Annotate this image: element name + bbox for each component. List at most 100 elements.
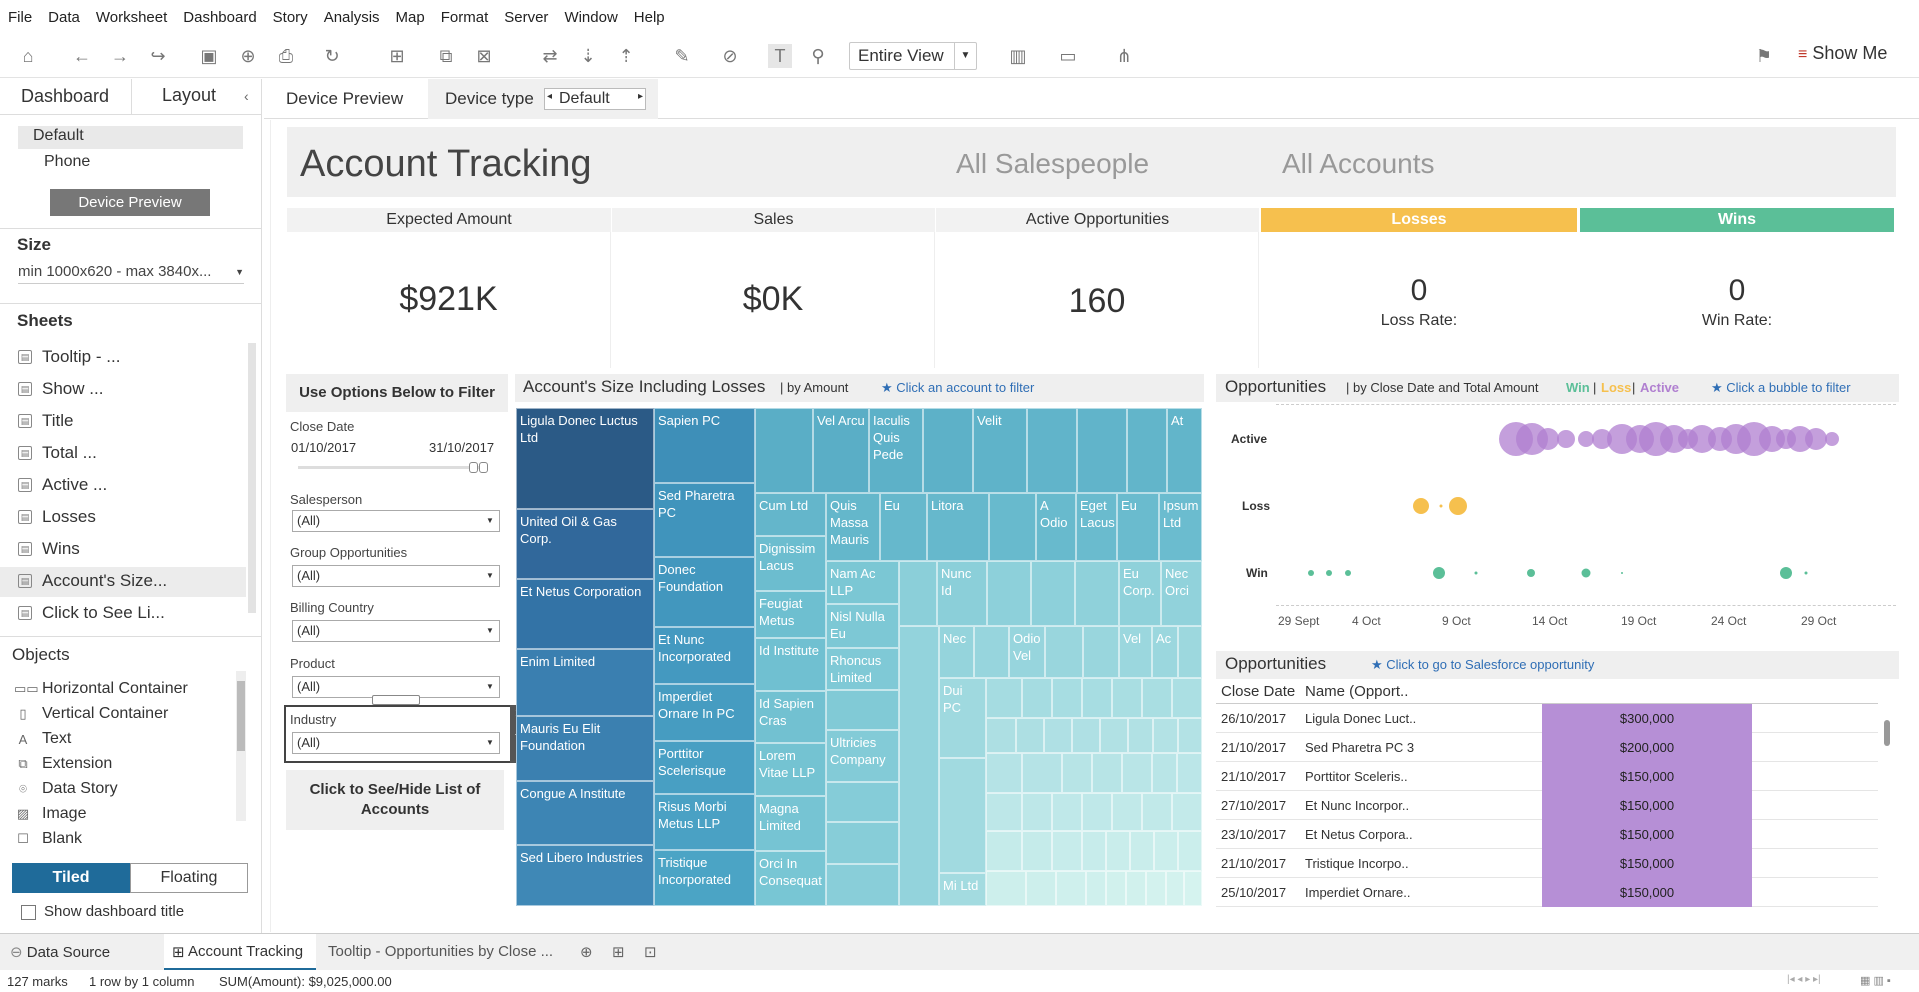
treemap-cell[interactable] bbox=[899, 561, 937, 626]
treemap-cell[interactable]: Eu Corp. bbox=[1119, 561, 1161, 626]
treemap-cell[interactable] bbox=[1056, 871, 1086, 906]
bubble-active[interactable] bbox=[1805, 428, 1827, 450]
bubble-win[interactable] bbox=[1308, 570, 1314, 576]
treemap-cell[interactable] bbox=[1086, 871, 1106, 906]
treemap-cell[interactable]: Porttitor Scelerisque bbox=[654, 741, 755, 794]
sheet-item-wins[interactable]: ▤ Wins bbox=[18, 539, 80, 559]
treemap-cell[interactable]: Feugiat Metus bbox=[755, 591, 826, 638]
treemap-cell[interactable]: Dignissim Lacus bbox=[755, 536, 826, 591]
treemap-cell[interactable]: United Oil & Gas Corp. bbox=[516, 509, 654, 579]
cell-name[interactable]: Imperdiet Ornare.. bbox=[1305, 885, 1411, 900]
treemap-cell[interactable] bbox=[1130, 831, 1154, 871]
toggle-accounts-button[interactable]: Click to See/Hide List of Accounts bbox=[286, 770, 504, 830]
treemap-cell[interactable]: Dui PC bbox=[939, 678, 986, 758]
new-worksheet-icon[interactable]: ⊞ bbox=[385, 44, 409, 68]
treemap-cell[interactable] bbox=[1022, 831, 1052, 871]
treemap-cell[interactable]: At bbox=[1167, 408, 1202, 493]
legend-active[interactable]: Active bbox=[1640, 380, 1679, 395]
treemap-cell[interactable] bbox=[986, 678, 1022, 718]
bubble-win[interactable] bbox=[1345, 570, 1351, 576]
treemap-cell[interactable]: Risus Morbi Metus LLP bbox=[654, 794, 755, 850]
menu-file[interactable]: File bbox=[8, 9, 32, 26]
treemap-cell[interactable] bbox=[1027, 408, 1077, 493]
date-slider-handle-end[interactable] bbox=[479, 462, 488, 473]
sheet-item-active[interactable]: ▤ Active ... bbox=[18, 475, 107, 495]
redo-icon[interactable]: ↪ bbox=[146, 44, 170, 68]
treemap-cell[interactable] bbox=[987, 561, 1031, 626]
tab-dashboard[interactable]: Dashboard bbox=[0, 79, 132, 115]
treemap-cell[interactable] bbox=[899, 626, 939, 906]
scrollbar-thumb[interactable] bbox=[237, 681, 245, 751]
swap-icon[interactable]: ⇄ bbox=[538, 44, 562, 68]
cell-amount[interactable]: $150,000 bbox=[1542, 849, 1752, 878]
show-cards-icon[interactable]: ▥ bbox=[1006, 44, 1030, 68]
refresh-icon[interactable]: ↻ bbox=[320, 44, 344, 68]
treemap-cell[interactable] bbox=[974, 626, 1009, 678]
treemap-cell[interactable] bbox=[1052, 678, 1082, 718]
treemap-cell[interactable] bbox=[755, 408, 813, 493]
menu-help[interactable]: Help bbox=[634, 9, 665, 26]
treemap-cell[interactable] bbox=[1128, 718, 1153, 753]
treemap-cell[interactable]: Ultricies Company bbox=[826, 730, 899, 782]
bubble-win[interactable] bbox=[1804, 571, 1808, 575]
treemap-cell[interactable] bbox=[1082, 793, 1112, 831]
back-icon[interactable]: ← bbox=[70, 44, 94, 68]
treemap-cell[interactable] bbox=[1122, 753, 1152, 793]
treemap-cell[interactable]: Nunc Id bbox=[937, 561, 987, 626]
treemap-cell[interactable] bbox=[1126, 871, 1146, 906]
object-image[interactable]: ▨ Image bbox=[14, 805, 87, 823]
treemap-cell[interactable]: Sed Pharetra PC bbox=[654, 483, 755, 557]
highlight-icon[interactable]: ✎ bbox=[670, 44, 694, 68]
treemap-cell[interactable] bbox=[1127, 408, 1167, 493]
treemap-cell[interactable]: Mauris Eu Elit Foundation bbox=[516, 716, 654, 781]
treemap-cell[interactable]: A Odio bbox=[1036, 493, 1076, 561]
cell-amount[interactable]: $150,000 bbox=[1542, 820, 1752, 849]
salesperson-select[interactable]: (All) ▼ bbox=[292, 510, 500, 532]
treemap-cell[interactable] bbox=[1177, 753, 1202, 793]
menu-format[interactable]: Format bbox=[441, 9, 489, 26]
menu-dashboard[interactable]: Dashboard bbox=[183, 9, 256, 26]
menu-window[interactable]: Window bbox=[564, 9, 617, 26]
treemap-cell[interactable]: Nec bbox=[939, 626, 974, 678]
treemap-cell[interactable] bbox=[1152, 753, 1177, 793]
treemap-cell[interactable] bbox=[1100, 718, 1128, 753]
paintbrush-icon[interactable]: ⚑ bbox=[1752, 44, 1776, 68]
treemap-cell[interactable] bbox=[1075, 561, 1119, 626]
device-phone[interactable]: Phone bbox=[44, 153, 90, 171]
treemap-cell[interactable] bbox=[1062, 753, 1092, 793]
bubble-active[interactable] bbox=[1537, 428, 1559, 450]
treemap-cell[interactable]: Et Netus Corporation bbox=[516, 579, 654, 649]
bubble-loss[interactable] bbox=[1439, 504, 1443, 508]
treemap-cell[interactable]: Nec Orci bbox=[1161, 561, 1202, 626]
chevron-right-icon[interactable]: ▸ bbox=[638, 91, 643, 102]
salespeople-label[interactable]: All Salespeople bbox=[956, 148, 1149, 180]
text-label-icon[interactable]: T bbox=[768, 44, 792, 68]
device-preview-button[interactable]: Device Preview bbox=[50, 189, 210, 216]
new-dashboard-icon[interactable]: ⊞ bbox=[612, 943, 625, 961]
bubble-win[interactable] bbox=[1581, 568, 1591, 578]
share-icon[interactable]: ⋔ bbox=[1112, 44, 1136, 68]
treemap-cell[interactable]: Ligula Donec Luctus Ltd bbox=[516, 408, 654, 509]
floating-button[interactable]: Floating bbox=[130, 863, 248, 893]
treemap-cell[interactable] bbox=[1022, 753, 1062, 793]
sheet-item-accounts-size[interactable]: ▤ Account's Size... bbox=[18, 571, 167, 591]
treemap-cell[interactable] bbox=[826, 690, 899, 730]
treemap-cell[interactable]: Magna Limited bbox=[755, 796, 826, 851]
treemap-cell[interactable]: Eu bbox=[1117, 493, 1159, 561]
cell-amount[interactable]: $150,000 bbox=[1542, 878, 1752, 907]
object-text[interactable]: A Text bbox=[14, 730, 72, 748]
win-bubbles[interactable] bbox=[1308, 567, 1808, 579]
cell-amount[interactable]: $150,000 bbox=[1542, 762, 1752, 791]
cell-amount[interactable]: $200,000 bbox=[1542, 733, 1752, 762]
bubble-win[interactable] bbox=[1527, 569, 1535, 577]
close-date-end[interactable]: 31/10/2017 bbox=[429, 440, 494, 455]
menu-map[interactable]: Map bbox=[396, 9, 425, 26]
treemap-cell[interactable] bbox=[1166, 871, 1184, 906]
treemap-cell[interactable]: Id Institute bbox=[755, 638, 826, 691]
legend-loss[interactable]: Loss bbox=[1601, 380, 1631, 395]
object-extension[interactable]: ⧉ Extension bbox=[14, 755, 112, 773]
treemap-cell[interactable]: Ipsum Ltd bbox=[1159, 493, 1202, 561]
treemap-cell[interactable]: Et Nunc Incorporated bbox=[654, 627, 755, 684]
treemap-cell[interactable] bbox=[986, 871, 1026, 906]
treemap-cell[interactable]: Eu bbox=[880, 493, 927, 561]
